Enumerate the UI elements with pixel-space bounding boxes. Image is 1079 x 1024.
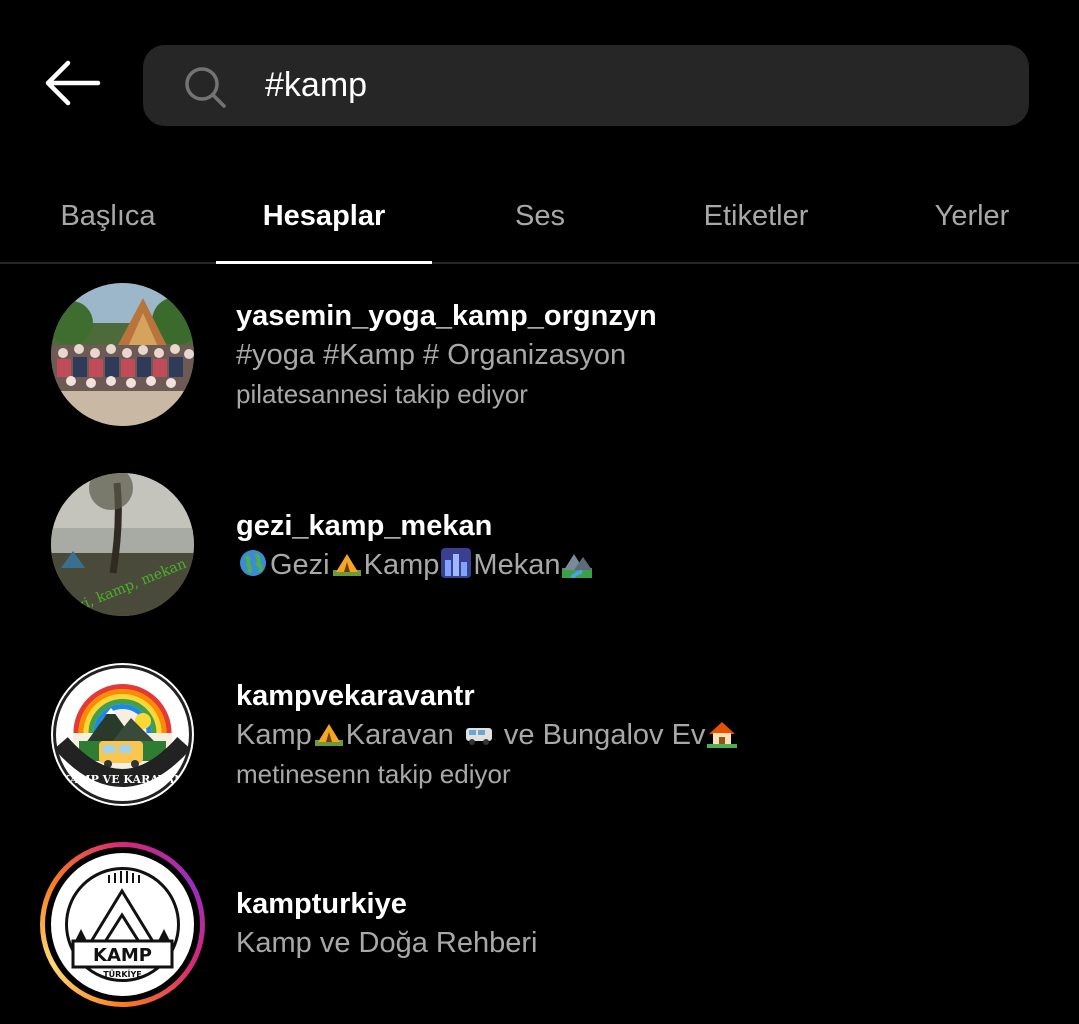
globe-emoji-icon <box>240 550 266 576</box>
bio-part: Mekan <box>473 549 561 581</box>
top-bar <box>0 0 1079 170</box>
bio-part: Karavan <box>345 719 462 751</box>
back-arrow-icon <box>45 60 101 106</box>
mountain-river-emoji-icon <box>562 554 593 578</box>
bio: #yoga #Kamp # Organizasyon <box>236 339 627 371</box>
tab-etiketler[interactable]: Etiketler <box>648 170 864 262</box>
avatar <box>51 283 194 426</box>
username: kampturkiye <box>236 888 407 920</box>
tent-emoji-icon <box>332 554 361 576</box>
cityscape-emoji-icon <box>441 548 472 578</box>
tab-baslica[interactable]: Başlıca <box>0 170 216 262</box>
followed-by: pilatesannesi takip ediyor <box>236 379 528 409</box>
bio: Gezi Kamp Mekan <box>236 545 594 585</box>
tab-ses[interactable]: Ses <box>432 170 648 262</box>
search-input[interactable] <box>265 61 965 109</box>
tent-emoji-icon <box>314 724 343 746</box>
avatar: gezi, kamp, mekan <box>51 473 194 616</box>
account-row-kampvekaravan[interactable]: KAMP VE KARAVAN kampvekaravantr Kamp Kara… <box>0 650 1079 820</box>
search-tabs: Başlıca Hesaplar Ses Etiketler Yerler <box>0 170 1079 264</box>
tab-yerler[interactable]: Yerler <box>864 170 1079 262</box>
bio-part: Kamp <box>236 719 312 751</box>
username: gezi_kamp_mekan <box>236 510 493 542</box>
username: kampvekaravantr <box>236 680 475 712</box>
avatar-label: KAMP <box>93 945 152 966</box>
bio: Kamp ve Doğa Rehberi <box>236 927 538 959</box>
tab-hesaplar[interactable]: Hesaplar <box>216 170 432 264</box>
back-button[interactable] <box>40 55 104 111</box>
search-bar[interactable] <box>143 45 1029 126</box>
avatar-label: KAMP VE KARAVAN <box>61 773 184 786</box>
avatar: KAMP TÜRKİYE <box>51 853 194 996</box>
followed-by: metinesenn takip ediyor <box>236 759 511 789</box>
avatar: KAMP VE KARAVAN <box>51 663 194 806</box>
van-emoji-icon <box>465 728 492 745</box>
bio-part: Gezi <box>270 549 330 581</box>
story-ring[interactable]: KAMP TÜRKİYE <box>40 842 205 1007</box>
house-emoji-icon <box>707 722 738 748</box>
account-row-yasemin[interactable]: yasemin_yoga_kamp_orgnzyn #yoga #Kamp # … <box>0 270 1079 440</box>
avatar-sublabel: TÜRKİYE <box>103 969 142 979</box>
search-icon <box>185 67 226 108</box>
account-row-kampturkiye[interactable]: KAMP TÜRKİYE kampturkiye Kamp ve Doğa Re… <box>0 838 1079 1008</box>
bio: Kamp Karavan ve Bungalov Ev <box>236 715 739 755</box>
account-row-gezi[interactable]: gezi, kamp, mekan gezi_kamp_mekan Gezi Ka… <box>0 460 1079 630</box>
bio-part: Kamp <box>363 549 440 581</box>
bio-part: ve Bungalov Ev <box>495 719 706 751</box>
username: yasemin_yoga_kamp_orgnzyn <box>236 300 657 332</box>
